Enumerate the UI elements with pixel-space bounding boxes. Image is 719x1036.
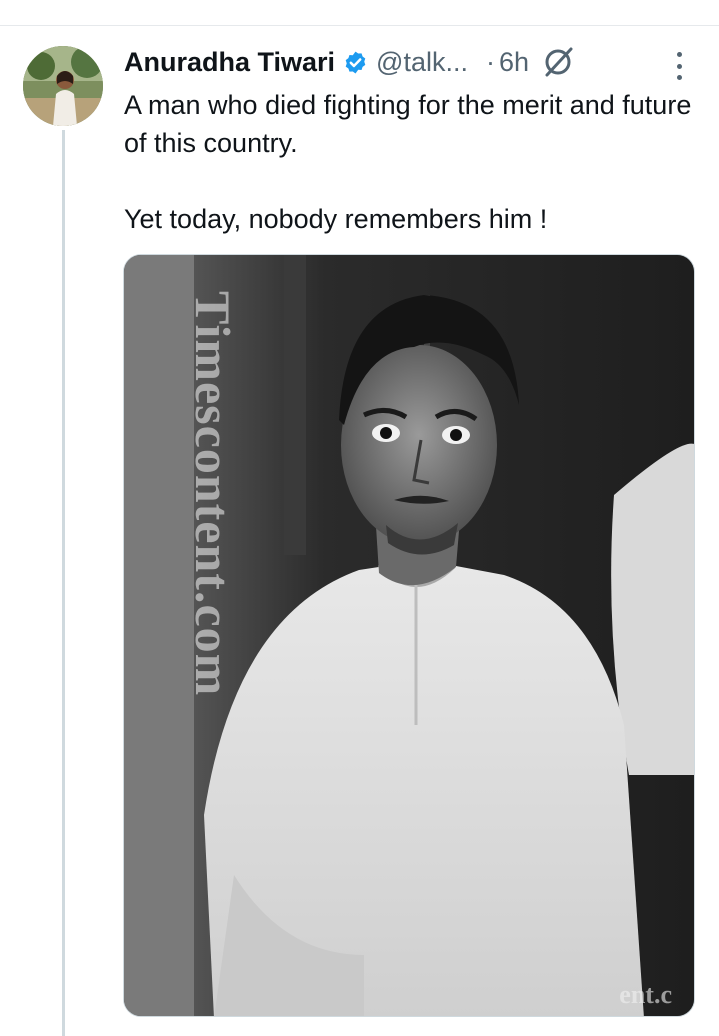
tweet-header: Anuradha Tiwari @talk... · 6h: [124, 42, 575, 82]
author-avatar[interactable]: [23, 46, 103, 126]
verified-badge-icon: [343, 50, 368, 75]
tweet-text: A man who died fighting for the merit an…: [124, 86, 704, 238]
tweet-text-line-2: Yet today, nobody remembers him !: [124, 204, 548, 234]
separator-dot: ·: [485, 46, 495, 77]
photo-watermark-side: Timescontent.com: [185, 291, 241, 697]
thread-line: [62, 130, 65, 1036]
more-options-icon[interactable]: [668, 48, 690, 84]
top-divider: [0, 25, 719, 26]
tweet-photo[interactable]: Timescontent.com ent.c: [123, 254, 695, 1017]
grok-icon[interactable]: [541, 45, 575, 79]
tweet-timestamp[interactable]: 6h: [499, 47, 529, 78]
photo-watermark-corner: ent.c: [619, 980, 672, 1009]
author-name[interactable]: Anuradha Tiwari: [124, 47, 335, 78]
tweet-text-line-1: A man who died fighting for the merit an…: [124, 90, 692, 158]
author-handle[interactable]: @talk...: [376, 47, 468, 78]
avatar-image: [23, 46, 103, 126]
